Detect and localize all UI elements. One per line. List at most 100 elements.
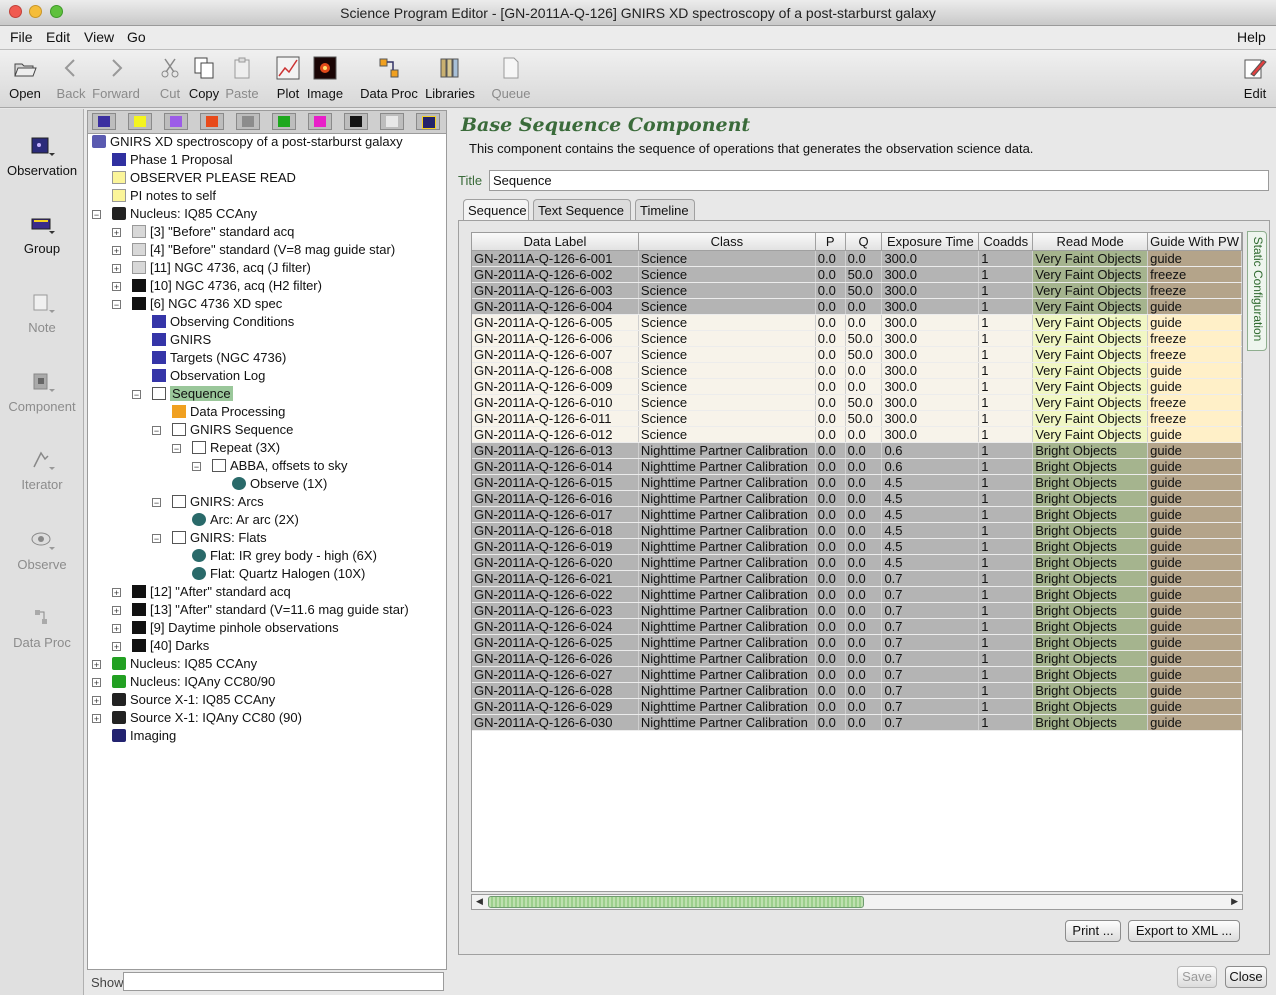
tree-item[interactable]: Arc: Ar arc (2X) xyxy=(192,511,299,529)
table-row[interactable]: GN-2011A-Q-126-6-021 Nighttime Partner Ca… xyxy=(472,570,1242,587)
tree-item[interactable]: GNIRS Sequence xyxy=(172,421,293,439)
column-header[interactable]: Guide With PW xyxy=(1147,233,1242,251)
column-header[interactable]: Read Mode xyxy=(1032,233,1149,251)
collapse-toggle[interactable]: − xyxy=(152,426,161,436)
collapse-toggle[interactable]: − xyxy=(152,534,161,544)
forward-button[interactable]: Forward xyxy=(92,56,140,101)
expand-toggle[interactable]: + xyxy=(112,246,121,256)
expand-toggle[interactable]: + xyxy=(92,660,101,670)
print-button[interactable]: Print ... xyxy=(1065,920,1121,942)
tree-item[interactable]: [3] "Before" standard acq xyxy=(132,223,294,241)
table-row[interactable]: GN-2011A-Q-126-6-002 Science 0.0 50.0 300.0 1… xyxy=(472,266,1242,283)
data-proc-button[interactable]: Data Proc xyxy=(360,56,418,101)
scrollbar-thumb[interactable] xyxy=(488,896,864,908)
tree-item[interactable]: GNIRS xyxy=(152,331,211,349)
tree-item[interactable]: Observe (1X) xyxy=(232,475,327,493)
add-data-proc-button[interactable]: Data Proc xyxy=(0,607,84,650)
table-row[interactable]: GN-2011A-Q-126-6-006 Science 0.0 50.0 300.0 1… xyxy=(472,330,1242,347)
tree-item[interactable]: [4] "Before" standard (V=8 mag guide sta… xyxy=(132,241,395,259)
edit-button[interactable]: Edit xyxy=(1240,56,1270,101)
table-row[interactable]: GN-2011A-Q-126-6-018 Nighttime Partner Ca… xyxy=(472,522,1242,539)
table-row[interactable]: GN-2011A-Q-126-6-016 Nighttime Partner Ca… xyxy=(472,490,1242,507)
static-configuration-tab[interactable]: Static Configuration xyxy=(1247,231,1267,351)
tree-item[interactable]: Nucleus: IQAny CC80/90 xyxy=(112,673,275,691)
table-row[interactable]: GN-2011A-Q-126-6-001 Science 0.0 0.0 300.0 1 V… xyxy=(472,250,1242,267)
menu-view[interactable]: View xyxy=(84,29,114,45)
expand-toggle[interactable]: + xyxy=(112,264,121,274)
palette-magenta-button[interactable] xyxy=(308,113,332,130)
title-field[interactable]: Sequence xyxy=(489,170,1269,191)
tree-item[interactable]: Observation Log xyxy=(152,367,265,385)
palette-black-button[interactable] xyxy=(344,113,368,130)
collapse-toggle[interactable]: − xyxy=(172,444,181,454)
image-button[interactable]: Image xyxy=(306,56,344,101)
palette-observation-button[interactable] xyxy=(92,113,116,130)
paste-button[interactable]: Paste xyxy=(225,56,259,101)
table-row[interactable]: GN-2011A-Q-126-6-026 Nighttime Partner Ca… xyxy=(472,650,1242,667)
table-row[interactable]: GN-2011A-Q-126-6-025 Nighttime Partner Ca… xyxy=(472,634,1242,651)
tab-timeline[interactable]: Timeline xyxy=(635,199,695,220)
table-row[interactable]: GN-2011A-Q-126-6-030 Nighttime Partner Ca… xyxy=(472,714,1242,731)
tree-item[interactable]: Flat: IR grey body - high (6X) xyxy=(192,547,377,565)
table-row[interactable]: GN-2011A-Q-126-6-029 Nighttime Partner Ca… xyxy=(472,698,1242,715)
table-row[interactable]: GN-2011A-Q-126-6-012 Science 0.0 0.0 300.0 1 V… xyxy=(472,426,1242,443)
table-row[interactable]: GN-2011A-Q-126-6-013 Nighttime Partner Ca… xyxy=(472,442,1242,459)
collapse-toggle[interactable]: − xyxy=(132,390,141,400)
copy-button[interactable]: Copy xyxy=(187,56,221,101)
collapse-toggle[interactable]: − xyxy=(112,300,121,310)
add-note-button[interactable]: Note xyxy=(0,292,84,335)
expand-toggle[interactable]: + xyxy=(92,714,101,724)
add-iterator-button[interactable]: Iterator xyxy=(0,449,84,492)
tree-item[interactable]: [10] NGC 4736, acq (H2 filter) xyxy=(132,277,322,295)
tab-text-sequence[interactable]: Text Sequence xyxy=(533,199,631,220)
collapse-toggle[interactable]: − xyxy=(152,498,161,508)
tree-item[interactable]: Observing Conditions xyxy=(152,313,294,331)
palette-white-button[interactable] xyxy=(380,113,404,130)
table-row[interactable]: GN-2011A-Q-126-6-020 Nighttime Partner Ca… xyxy=(472,554,1242,571)
expand-toggle[interactable]: + xyxy=(112,228,121,238)
table-row[interactable]: GN-2011A-Q-126-6-024 Nighttime Partner Ca… xyxy=(472,618,1242,635)
tree-item[interactable]: [6] NGC 4736 XD spec xyxy=(132,295,282,313)
table-row[interactable]: GN-2011A-Q-126-6-015 Nighttime Partner Ca… xyxy=(472,474,1242,491)
tree-item[interactable]: ABBA, offsets to sky xyxy=(212,457,348,475)
tree-item[interactable]: Nucleus: IQ85 CCAny xyxy=(112,205,257,223)
tab-sequence[interactable]: Sequence xyxy=(463,199,529,220)
tree-item[interactable]: [13] "After" standard (V=11.6 mag guide … xyxy=(132,601,409,619)
tree-item[interactable]: OBSERVER PLEASE READ xyxy=(112,169,296,187)
tree-item[interactable]: Nucleus: IQ85 CCAny xyxy=(112,655,257,673)
tree-item[interactable]: GNIRS: Flats xyxy=(172,529,267,547)
palette-yellow-button[interactable] xyxy=(128,113,152,130)
table-row[interactable]: GN-2011A-Q-126-6-005 Science 0.0 0.0 300.0 1 V… xyxy=(472,314,1242,331)
tree-item[interactable]: Phase 1 Proposal xyxy=(112,151,233,169)
menu-help[interactable]: Help xyxy=(1237,29,1266,45)
table-row[interactable]: GN-2011A-Q-126-6-028 Nighttime Partner Ca… xyxy=(472,682,1242,699)
add-observe-button[interactable]: Observe xyxy=(0,529,84,572)
queue-button[interactable]: Queue xyxy=(491,56,531,101)
horizontal-scrollbar[interactable]: ◀ ▶ xyxy=(471,894,1243,910)
palette-red-button[interactable] xyxy=(200,113,224,130)
table-row[interactable]: GN-2011A-Q-126-6-023 Nighttime Partner Ca… xyxy=(472,602,1242,619)
tree-item[interactable]: [40] Darks xyxy=(132,637,209,655)
export-xml-button[interactable]: Export to XML ... xyxy=(1128,920,1240,942)
scroll-right-icon[interactable]: ▶ xyxy=(1231,896,1238,907)
palette-green-button[interactable] xyxy=(272,113,296,130)
menu-go[interactable]: Go xyxy=(127,29,146,45)
expand-toggle[interactable]: + xyxy=(112,282,121,292)
tree-item[interactable]: Targets (NGC 4736) xyxy=(152,349,286,367)
table-row[interactable]: GN-2011A-Q-126-6-003 Science 0.0 50.0 300.0 1… xyxy=(472,282,1242,299)
column-header[interactable]: Class xyxy=(638,233,816,251)
sequence-table[interactable]: Data Label Class P Q Exposure Time Coadd… xyxy=(471,232,1243,892)
close-button[interactable]: Close xyxy=(1225,966,1267,988)
tree-item[interactable]: [9] Daytime pinhole observations xyxy=(132,619,339,637)
plot-button[interactable]: Plot xyxy=(274,56,302,101)
expand-toggle[interactable]: + xyxy=(112,588,121,598)
expand-toggle[interactable]: + xyxy=(112,606,121,616)
tree-item-program[interactable]: GNIRS XD spectroscopy of a post-starburs… xyxy=(92,133,403,151)
menu-edit[interactable]: Edit xyxy=(46,29,70,45)
table-row[interactable]: GN-2011A-Q-126-6-009 Science 0.0 0.0 300.0 1 V… xyxy=(472,378,1242,395)
palette-purple-button[interactable] xyxy=(164,113,188,130)
cut-button[interactable]: Cut xyxy=(157,56,183,101)
table-row[interactable]: GN-2011A-Q-126-6-022 Nighttime Partner Ca… xyxy=(472,586,1242,603)
column-header[interactable]: Q xyxy=(845,233,883,251)
table-row[interactable]: GN-2011A-Q-126-6-019 Nighttime Partner Ca… xyxy=(472,538,1242,555)
